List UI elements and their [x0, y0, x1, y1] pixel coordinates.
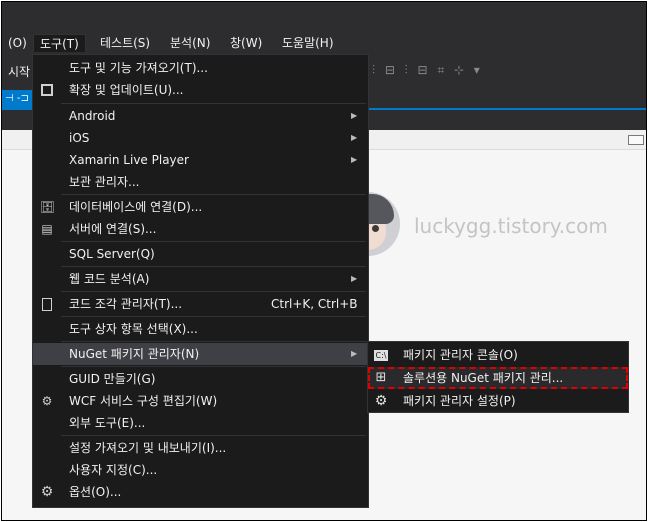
menu-bar: (O) 도구(T) 테스트(S) 분석(N) 창(W) 도움말(H) — [2, 32, 646, 54]
menu-extensions-updates[interactable]: 확장 및 업데이트(U)... — [33, 79, 368, 101]
gear-icon: ⚙ — [40, 484, 54, 500]
menu-create-guid[interactable]: GUID 만들기(G) — [33, 368, 368, 390]
menu-item-tools[interactable]: 도구(T) — [33, 34, 86, 52]
menu-item-help[interactable]: 도움말(H) — [276, 34, 340, 52]
submenu-arrow-icon: ▶ — [351, 349, 358, 358]
database-connect-icon: 🗄 — [40, 200, 56, 214]
menu-item-test[interactable]: 테스트(S) — [94, 34, 156, 52]
collapse-button[interactable] — [628, 135, 644, 145]
menu-manage-nuget-packages-solution[interactable]: ⊞ 솔루션용 NuGet 패키지 관리... — [368, 367, 628, 389]
submenu-arrow-icon: ▶ — [351, 133, 358, 142]
menu-item-analyze[interactable]: 분석(N) — [164, 34, 216, 52]
extensions-icon — [41, 84, 53, 96]
menu-connect-server[interactable]: ▤ 서버에 연결(S)... — [33, 218, 368, 240]
menu-xamarin-live-player[interactable]: Xamarin Live Player ▶ — [33, 149, 368, 171]
menu-package-manager-settings[interactable]: ⚙ 패키지 관리자 설정(P) — [368, 390, 628, 412]
menu-import-export-settings[interactable]: 설정 가져오기 및 내보내기(I)... — [33, 437, 368, 459]
gear-icon: ⚙ — [374, 393, 388, 409]
menu-wcf-config-editor[interactable]: ⚙ WCF 서비스 구성 편집기(W) — [33, 390, 368, 412]
submenu-arrow-icon: ▶ — [351, 274, 358, 283]
toolbar-icons[interactable]: ⫶ ⊟ ⫶ ⊟ ⌗ ⊹ ▾ — [372, 63, 483, 78]
menu-connect-database[interactable]: 🗄 데이터베이스에 연결(D)... — [33, 196, 368, 218]
menu-ios[interactable]: iOS ▶ — [33, 127, 368, 149]
menu-item-project[interactable]: (O) — [2, 34, 33, 52]
menu-nuget-package-manager[interactable]: NuGet 패키지 관리자(N) ▶ — [33, 343, 368, 365]
console-icon: C:\ — [374, 350, 388, 361]
snippet-icon — [42, 298, 52, 311]
menu-code-snippets-manager[interactable]: 코드 조각 관리자(T)... Ctrl+K, Ctrl+B — [33, 293, 368, 315]
menu-package-manager-console[interactable]: C:\ 패키지 관리자 콘솔(O) — [368, 344, 628, 366]
server-connect-icon: ▤ — [41, 222, 53, 236]
menu-sql-server[interactable]: SQL Server(Q) — [33, 243, 368, 265]
shortcut-text: Ctrl+K, Ctrl+B — [271, 297, 358, 311]
menu-archive-manager[interactable]: 보관 관리자... — [33, 171, 368, 193]
submenu-arrow-icon: ▶ — [351, 155, 358, 164]
menu-get-tools-features[interactable]: 도구 및 기능 가져오기(T)... — [33, 57, 368, 79]
menu-web-code-analysis[interactable]: 웹 코드 분석(A) ▶ — [33, 268, 368, 290]
nuget-package-icon: ⊞ — [375, 370, 387, 385]
tools-menu: 도구 및 기능 가져오기(T)... 확장 및 업데이트(U)... Andro… — [32, 54, 369, 508]
menu-choose-toolbox-items[interactable]: 도구 상자 항목 선택(X)... — [33, 318, 368, 340]
menu-external-tools[interactable]: 외부 도구(E)... — [33, 412, 368, 434]
submenu-arrow-icon: ▶ — [351, 111, 358, 120]
watermark-text: luckygg.tistory.com — [414, 214, 608, 238]
watermark: luckygg.tistory.com — [336, 192, 616, 264]
app-window: (O) 도구(T) 테스트(S) 분석(N) 창(W) 도움말(H) 시작 ⫶ … — [1, 1, 647, 521]
nuget-submenu: C:\ 패키지 관리자 콘솔(O) ⊞ 솔루션용 NuGet 패키지 관리...… — [367, 341, 629, 413]
menu-options[interactable]: ⚙ 옵션(O)... — [33, 481, 368, 503]
pin-tab[interactable]: ⊣ -⊐ — [2, 90, 32, 108]
menu-customize[interactable]: 사용자 지정(C)... — [33, 459, 368, 481]
menu-android[interactable]: Android ▶ — [33, 105, 368, 127]
menu-item-window[interactable]: 창(W) — [224, 34, 268, 52]
start-button[interactable]: 시작 — [8, 63, 30, 80]
wcf-gear-icon: ⚙ — [41, 394, 53, 408]
